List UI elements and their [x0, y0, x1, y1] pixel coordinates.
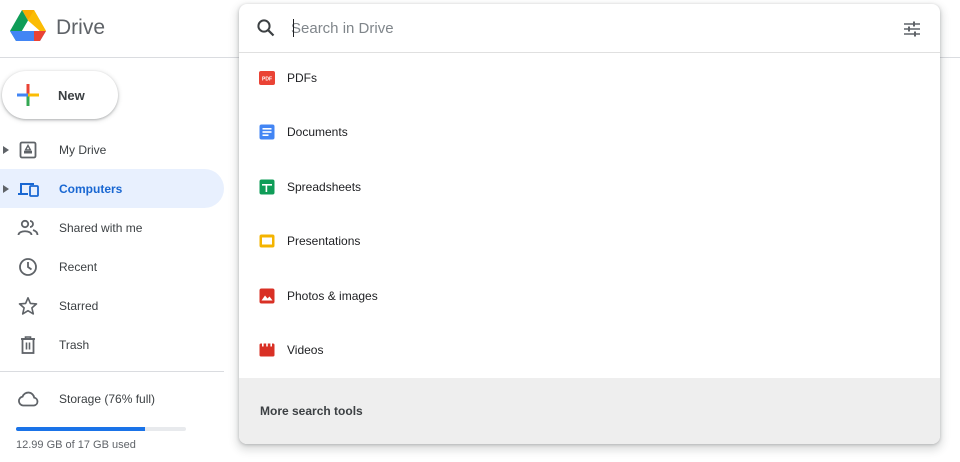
star-icon: [17, 295, 39, 317]
search-option-documents[interactable]: Documents: [239, 105, 940, 159]
sidebar-item-my-drive[interactable]: My Drive: [0, 130, 224, 169]
search-option-label: PDFs: [287, 71, 317, 85]
sidebar-item-storage[interactable]: Storage (76% full): [0, 380, 224, 418]
expand-caret-icon[interactable]: [3, 184, 9, 193]
new-button[interactable]: New: [2, 71, 118, 119]
search-options-icon[interactable]: [901, 18, 923, 40]
search-option-videos[interactable]: Videos: [239, 323, 940, 377]
sidebar-item-label: Trash: [59, 337, 90, 352]
sidebar-item-shared-with-me[interactable]: Shared with me: [0, 208, 224, 247]
image-icon: [259, 288, 275, 304]
sidebar-item-label: Starred: [59, 298, 99, 313]
search-option-label: Videos: [287, 343, 324, 357]
search-option-label: Photos & images: [287, 289, 378, 303]
more-search-tools-label: More search tools: [260, 404, 363, 418]
sidebar-item-recent[interactable]: Recent: [0, 247, 224, 286]
expand-caret-icon[interactable]: [3, 145, 9, 154]
text-cursor: [293, 19, 294, 37]
shared-icon: [17, 217, 39, 239]
my-drive-icon: [17, 139, 39, 161]
search-dropdown: PDF PDFs Documents Spreadsheets Presenta…: [239, 4, 940, 444]
search-option-spreadsheets[interactable]: Spreadsheets: [239, 160, 940, 214]
sidebar-item-trash[interactable]: Trash: [0, 325, 224, 364]
search-option-label: Documents: [287, 125, 348, 139]
document-icon: [259, 124, 275, 140]
search-option-photos[interactable]: Photos & images: [239, 269, 940, 323]
plus-icon: [17, 84, 39, 106]
storage-label: Storage (76% full): [59, 392, 156, 406]
presentation-icon: [259, 234, 275, 248]
pdf-icon: PDF: [259, 71, 275, 85]
svg-text:PDF: PDF: [262, 77, 272, 83]
sidebar-item-label: Shared with me: [59, 220, 143, 235]
sidebar-item-label: Recent: [59, 259, 98, 274]
sidebar-item-computers[interactable]: Computers: [0, 169, 224, 208]
search-option-pdfs[interactable]: PDF PDFs: [239, 51, 940, 105]
storage-progress-fill: [16, 427, 146, 431]
clock-icon: [17, 256, 39, 278]
trash-icon: [17, 334, 39, 356]
sidebar-item-label: My Drive: [59, 142, 107, 157]
search-bar: [239, 4, 940, 53]
search-option-presentations[interactable]: Presentations: [239, 214, 940, 268]
drive-logo-icon[interactable]: [10, 10, 46, 42]
more-search-tools-button[interactable]: More search tools: [239, 378, 940, 444]
sidebar-item-label: Computers: [59, 181, 123, 196]
search-input[interactable]: [291, 16, 871, 40]
search-option-label: Spreadsheets: [287, 180, 362, 194]
computers-icon: [17, 178, 39, 200]
video-icon: [259, 343, 275, 357]
new-button-label: New: [58, 87, 85, 103]
cloud-icon: [17, 388, 39, 410]
storage-progress-bar: [16, 427, 186, 431]
storage-usage-text: 12.99 GB of 17 GB used: [16, 439, 136, 451]
sidebar-item-starred[interactable]: Starred: [0, 286, 224, 325]
spreadsheet-icon: [259, 179, 275, 195]
sidebar: New My Drive Computers Shared with me Re…: [0, 58, 232, 462]
search-option-label: Presentations: [287, 234, 361, 248]
app-brand: Drive: [56, 16, 106, 39]
search-icon[interactable]: [256, 18, 276, 38]
sidebar-divider: [0, 371, 224, 372]
